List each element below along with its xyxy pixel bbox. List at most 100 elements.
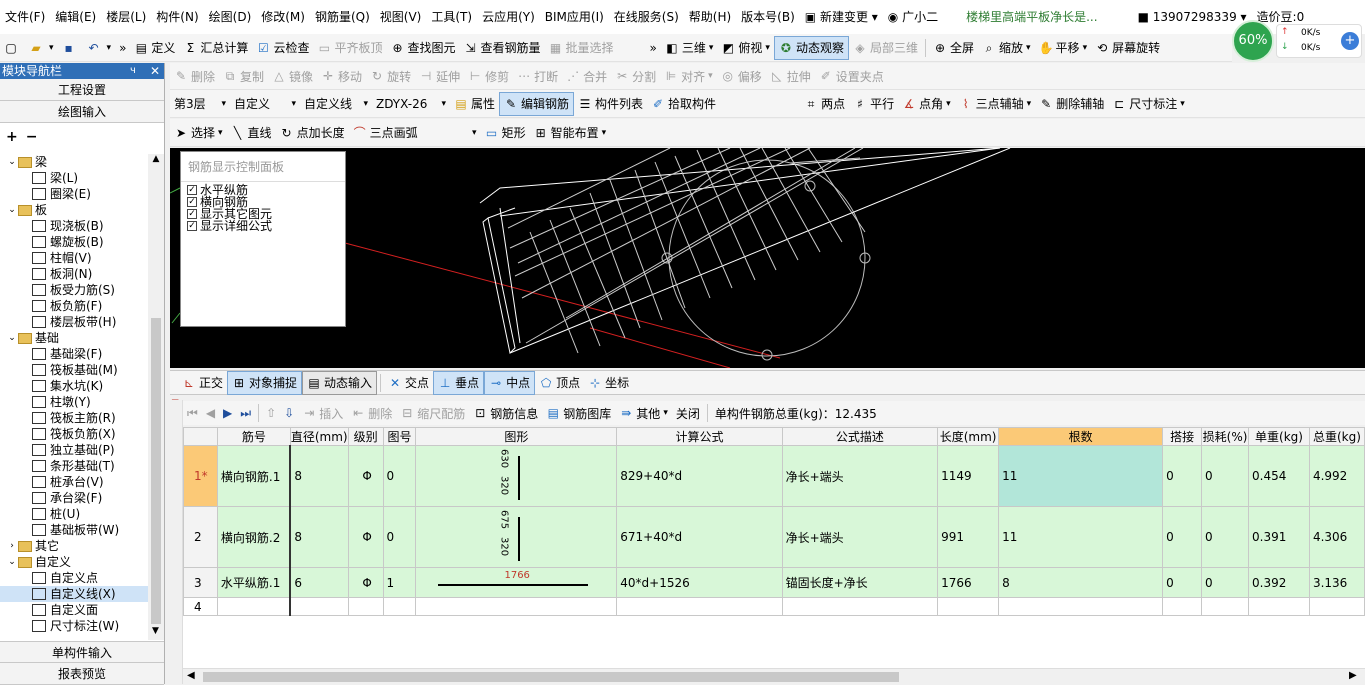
row-number[interactable]: 2 <box>183 506 218 568</box>
tree-item[interactable]: 桩承台(V) <box>0 474 148 490</box>
delete-button[interactable]: ✎ 删除 <box>170 64 219 88</box>
table-row[interactable]: 4 <box>183 597 1365 616</box>
split-button[interactable]: ✂ 分割 <box>611 64 660 88</box>
cell-grade[interactable]: Φ <box>347 445 384 507</box>
close-icon[interactable]: ✕ <box>150 63 160 79</box>
smart-layout-button[interactable]: ⊞ 智能布置 ▾ <box>530 121 611 145</box>
tree-item[interactable]: 筏板主筋(R) <box>0 410 148 426</box>
menu-item[interactable]: 楼层(L) <box>101 0 151 34</box>
3d-viewport[interactable] <box>170 148 1365 368</box>
cell-len[interactable]: 1149 <box>937 445 1000 507</box>
cell-loss[interactable]: 0 <box>1201 445 1250 507</box>
single-component-input-button[interactable]: 单构件输入 <box>0 641 164 663</box>
scroll-up-icon[interactable]: ▲ <box>148 154 164 164</box>
move-up-button[interactable]: ⇧ <box>262 401 280 425</box>
cell-dia[interactable]: 6 <box>289 567 349 598</box>
cell-desc[interactable] <box>781 597 939 616</box>
point-length-button[interactable]: ↻ 点加长度 <box>276 121 349 145</box>
collapse-toggle-icon[interactable]: ⌄ <box>6 202 18 218</box>
grid-hscrollbar[interactable]: ◀ ▶ <box>183 668 1365 684</box>
cell-lap[interactable] <box>1162 597 1203 616</box>
table-row[interactable]: 1* 横向钢筋.1 8 Φ 0 630 320 829+40*d 净长+端头 1149 11 0 0 0.… <box>183 445 1365 507</box>
cell-fig[interactable]: 0 <box>382 506 417 568</box>
table-row[interactable]: 3 水平纵筋.1 6 Φ 1 1766 40*d+1526 锚固长度+净长 1766 8 0 0 0.3… <box>183 567 1365 598</box>
cell-dia[interactable]: 8 <box>289 445 349 507</box>
tree-folder[interactable]: ⌄ 基础 <box>0 330 148 346</box>
cell-desc[interactable]: 净长+端头 <box>781 445 939 507</box>
tree-item[interactable]: 自定义线(X) <box>0 586 148 602</box>
ortho-button[interactable]: ⊾ 正交 <box>178 371 227 395</box>
cell-formula[interactable]: 671+40*d <box>616 506 783 568</box>
cell-total[interactable] <box>1308 597 1365 616</box>
col-header[interactable]: 损耗(%) <box>1201 427 1250 446</box>
three-point-axis-button[interactable]: ⌇ 三点辅轴 ▾ <box>955 92 1036 116</box>
midpoint-button[interactable]: ⊸ 中点 <box>484 370 536 395</box>
rebar-info-button[interactable]: ⊡ 钢筋信息 <box>469 401 542 425</box>
prev-record-button[interactable]: ◀ <box>202 401 219 425</box>
cell-fig[interactable]: 0 <box>382 445 417 507</box>
set-grip-button[interactable]: ✐ 设置夹点 <box>815 64 888 88</box>
first-record-button[interactable]: ⏮ <box>183 401 202 425</box>
collapse-toggle-icon[interactable]: ⌄ <box>6 154 18 170</box>
merge-button[interactable]: ⋰ 合并 <box>562 64 611 88</box>
cell-unit[interactable]: 0.391 <box>1248 506 1310 568</box>
tree-item[interactable]: 基础梁(F) <box>0 346 148 362</box>
rebar-3d-canvas[interactable] <box>170 148 1365 368</box>
menu-item[interactable]: 在线服务(S) <box>609 0 684 34</box>
cell-grade[interactable]: Φ <box>347 506 384 568</box>
new-file-button[interactable]: ▢ <box>0 36 25 60</box>
cell-name[interactable] <box>216 597 291 616</box>
coordinate-button[interactable]: ⊹ 坐标 <box>584 371 633 395</box>
guangxiao-button[interactable]: ◉ 广小二 <box>883 0 943 34</box>
cell-loss[interactable] <box>1201 597 1250 616</box>
menu-item[interactable]: BIM应用(I) <box>540 0 609 34</box>
cloud-check-button[interactable]: ☑ 云检查 <box>252 36 313 60</box>
tree-folder[interactable]: ⌄ 梁 <box>0 154 148 170</box>
cell-fig[interactable] <box>382 597 417 616</box>
col-header[interactable]: 搭接 <box>1162 427 1203 446</box>
zoom-button[interactable]: ⌕ 缩放 ▾ <box>978 36 1035 60</box>
tree-item[interactable]: 柱帽(V) <box>0 250 148 266</box>
menu-item[interactable]: 帮助(H) <box>684 0 736 34</box>
fullscreen-button[interactable]: ⊕ 全屏 <box>929 36 978 60</box>
trim-button[interactable]: ⊢ 修剪 <box>464 64 513 88</box>
perpendicular-button[interactable]: ⊥ 垂点 <box>433 370 485 395</box>
rotate-button[interactable]: ↻ 旋转 <box>366 64 415 88</box>
scroll-down-icon[interactable]: ▼ <box>152 626 159 636</box>
cell-len[interactable]: 991 <box>937 506 1000 568</box>
save-button[interactable]: ▪ <box>58 36 83 60</box>
display-option[interactable]: ✓ 显示详细公式 <box>181 220 345 232</box>
expand-toggle-icon[interactable]: › <box>6 538 18 554</box>
speed-add-icon[interactable]: + <box>1341 32 1359 50</box>
pin-icon[interactable]: ч <box>130 63 136 79</box>
tree-item[interactable]: 集水坑(K) <box>0 378 148 394</box>
vertex-button[interactable]: ⬠ 顶点 <box>535 371 584 395</box>
view-3d-button[interactable]: ◧ 三维 ▾ <box>661 36 718 60</box>
cell-len[interactable] <box>937 597 1000 616</box>
rect-button[interactable]: ▭ 矩形 <box>481 121 530 145</box>
cell-formula[interactable] <box>616 597 783 616</box>
intersection-button[interactable]: ✕ 交点 <box>384 371 433 395</box>
collapse-toggle-icon[interactable]: ⌄ <box>6 554 18 570</box>
col-header[interactable]: 单重(kg) <box>1248 427 1310 446</box>
cell-loss[interactable]: 0 <box>1201 506 1250 568</box>
copy-button[interactable]: ⧉ 复制 <box>219 64 268 88</box>
two-point-axis-button[interactable]: ⌗ 两点 <box>800 92 849 116</box>
other-button[interactable]: ⇛ 其他 ▾ <box>615 401 672 425</box>
tree-item[interactable]: 筏板负筋(X) <box>0 426 148 442</box>
next-record-button[interactable]: ▶ <box>219 401 236 425</box>
object-snap-button[interactable]: ⊞ 对象捕捉 <box>227 370 303 395</box>
row-number[interactable]: 1* <box>183 445 218 507</box>
cell-count[interactable]: 11 <box>998 506 1164 568</box>
col-header[interactable]: 图号 <box>382 427 417 446</box>
col-header[interactable]: 总重(kg) <box>1308 427 1365 446</box>
stretch-button[interactable]: ◺ 拉伸 <box>766 64 815 88</box>
batch-select-button[interactable]: ▦ 批量选择 <box>545 36 618 60</box>
checkbox-checked-icon[interactable]: ✓ <box>187 185 197 195</box>
cell-fig[interactable]: 1 <box>382 567 417 598</box>
row-number[interactable]: 4 <box>183 597 218 616</box>
scroll-left-icon[interactable]: ◀ <box>187 670 195 681</box>
col-header[interactable]: 图形 <box>415 427 618 446</box>
top-view-button[interactable]: ◩ 俯视 ▾ <box>717 36 774 60</box>
insert-button[interactable]: ⇥ 插入 <box>298 401 347 425</box>
